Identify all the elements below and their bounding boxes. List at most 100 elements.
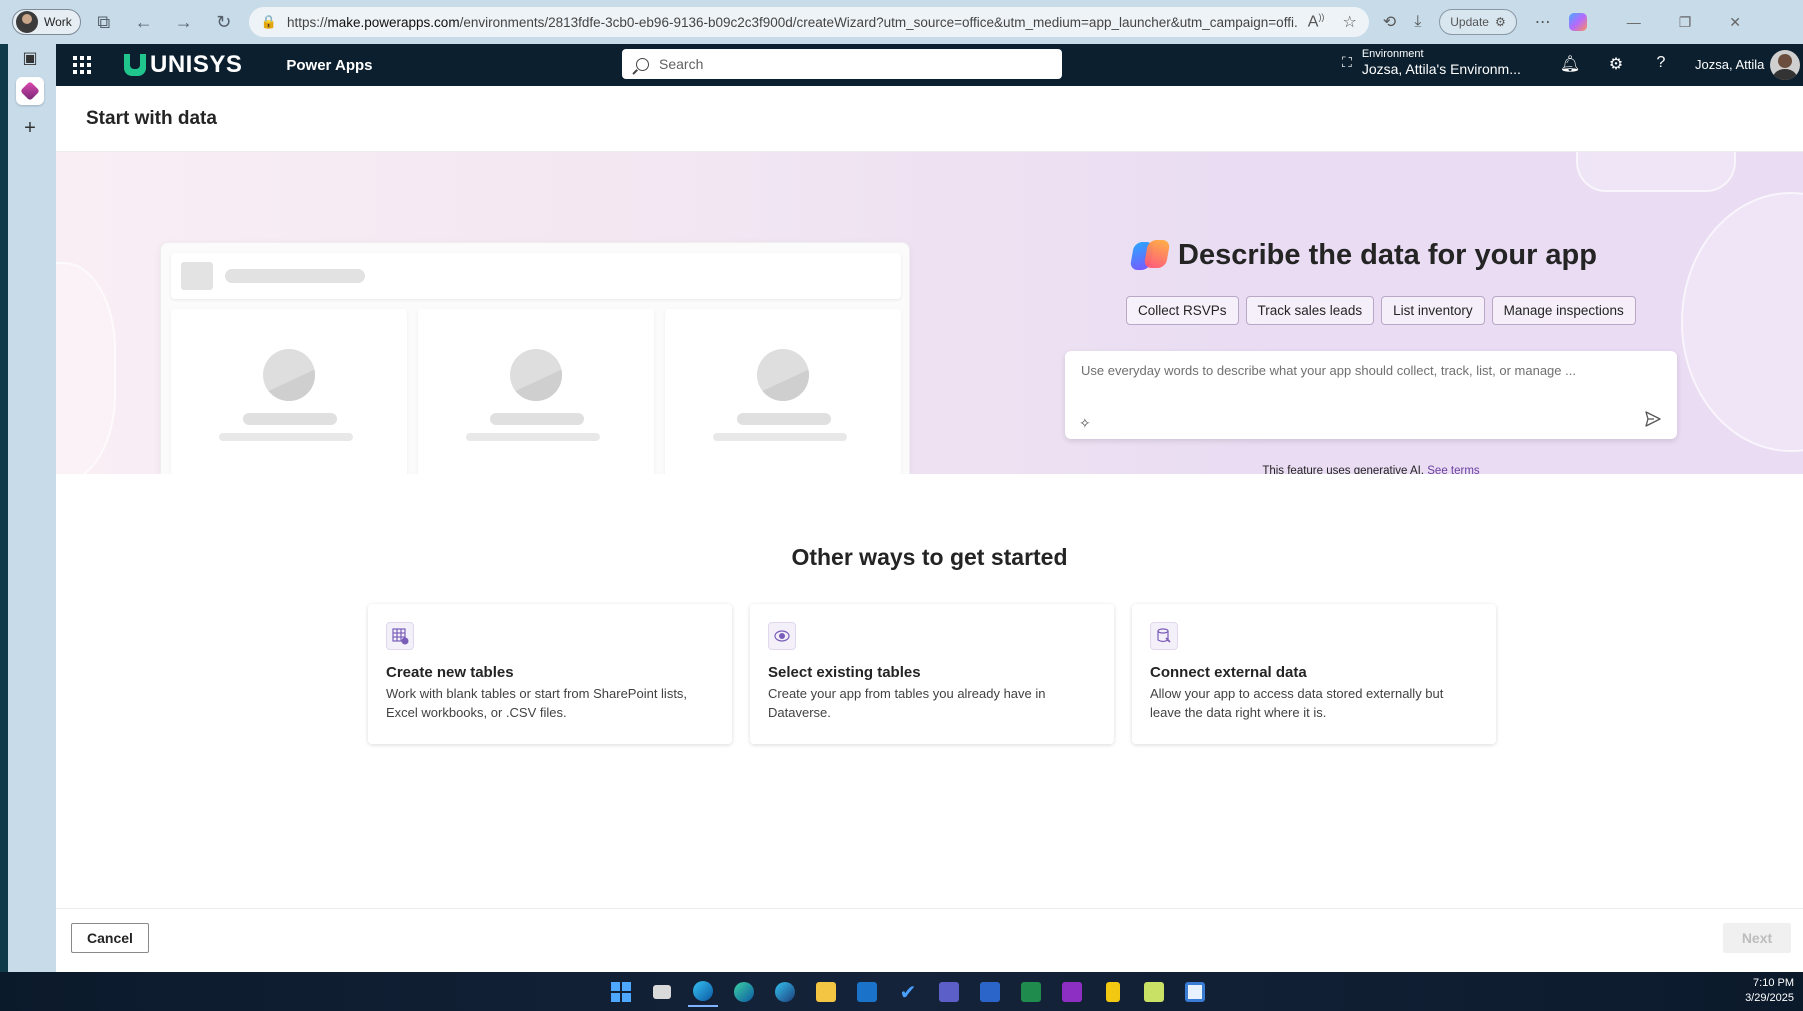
card-description: Create your app from tables you already …: [768, 686, 1046, 720]
edge-dev-icon[interactable]: [770, 977, 800, 1007]
refresh-icon[interactable]: ↻: [207, 5, 241, 39]
product-name[interactable]: Power Apps: [286, 57, 372, 74]
unisys-logo-icon: [124, 54, 146, 76]
lock-icon: 🔒: [260, 14, 277, 29]
other-ways-title: Other ways to get started: [791, 544, 1068, 570]
other-ways-cards: Create new tables Work with blank tables…: [368, 604, 1496, 744]
image-placeholder-icon: [757, 349, 809, 401]
copilot-prompt-input[interactable]: [1081, 363, 1641, 378]
cancel-button[interactable]: Cancel: [71, 923, 149, 953]
download-icon[interactable]: ⤓: [1414, 13, 1421, 31]
profile-label: Work: [44, 15, 72, 29]
wizard-footer: Cancel Next: [56, 908, 1803, 972]
page-title-bar: Start with data: [56, 86, 1803, 152]
vertical-tab-strip: ▣ +: [0, 44, 56, 972]
edge-icon[interactable]: [688, 977, 718, 1007]
database-link-icon: [1150, 622, 1178, 650]
url-text: https://make.powerapps.com/environments/…: [286, 14, 1298, 30]
see-terms-link[interactable]: See terms: [1427, 465, 1479, 474]
update-icon: ⚙: [1494, 15, 1506, 29]
history-icon[interactable]: ⟲: [1383, 12, 1396, 32]
tab-panel-icon[interactable]: ▣: [16, 44, 44, 72]
power-bi-icon[interactable]: [1098, 977, 1128, 1007]
brand-logo[interactable]: UNISYS: [124, 51, 242, 79]
image-placeholder-icon: [510, 349, 562, 401]
favorite-star-icon[interactable]: ☆: [1342, 12, 1356, 32]
user-name[interactable]: Jozsa, Attila: [1695, 57, 1764, 72]
clock-time: 7:10 PM: [1753, 977, 1794, 989]
card-select-existing-tables[interactable]: Select existing tables Create your app f…: [750, 604, 1114, 744]
card-connect-external-data[interactable]: Connect external data Allow your app to …: [1132, 604, 1496, 744]
teams-icon[interactable]: [934, 977, 964, 1007]
chip-track-sales-leads[interactable]: Track sales leads: [1245, 296, 1375, 325]
excel-icon[interactable]: [1016, 977, 1046, 1007]
taskbar-clock[interactable]: 7:10 PM 3/29/2025: [1745, 976, 1794, 1007]
copilot-prompt-box: ✧: [1065, 351, 1677, 439]
image-placeholder-icon: [263, 349, 315, 401]
settings-gear-icon[interactable]: ⚙: [1605, 54, 1627, 74]
read-aloud-icon[interactable]: A)): [1308, 12, 1325, 32]
restore-icon[interactable]: ❐: [1679, 14, 1692, 31]
back-icon[interactable]: ←: [127, 5, 161, 39]
page-title: Start with data: [86, 107, 217, 129]
card-title: Connect external data: [1150, 664, 1307, 681]
chip-list-inventory[interactable]: List inventory: [1381, 296, 1485, 325]
table-add-icon: [386, 622, 414, 650]
card-title: Select existing tables: [768, 664, 921, 681]
decorative-shape: [1576, 152, 1736, 192]
windows-taskbar: ✔ 7:10 PM 3/29/2025: [0, 972, 1803, 1011]
tab-actions-icon[interactable]: ⧉: [87, 5, 121, 39]
app-launcher-icon[interactable]: [60, 44, 104, 86]
user-avatar[interactable]: [1770, 50, 1800, 80]
update-button[interactable]: Update ⚙: [1439, 9, 1517, 35]
copilot-heading: Describe the data for your app: [1129, 238, 1597, 272]
ai-disclaimer: This feature uses generative AI. See ter…: [1065, 465, 1677, 474]
more-icon[interactable]: ⋯: [1535, 12, 1551, 32]
card-description: Work with blank tables or start from Sha…: [386, 686, 688, 720]
onenote-icon[interactable]: [1057, 977, 1087, 1007]
send-icon[interactable]: [1645, 411, 1661, 427]
card-create-new-tables[interactable]: Create new tables Work with blank tables…: [368, 604, 732, 744]
outlook-icon[interactable]: [852, 977, 882, 1007]
clock-date: 3/29/2025: [1745, 992, 1794, 1005]
snipping-tool-icon[interactable]: [1180, 977, 1210, 1007]
file-explorer-icon[interactable]: [811, 977, 841, 1007]
notifications-bell-icon[interactable]: 🔔︎: [1559, 54, 1581, 74]
card-description: Allow your app to access data stored ext…: [1150, 686, 1444, 720]
window-edge: [0, 44, 8, 972]
chip-collect-rsvps[interactable]: Collect RSVPs: [1126, 296, 1239, 325]
sheets-app-icon[interactable]: [1139, 977, 1169, 1007]
close-icon[interactable]: ✕: [1729, 14, 1741, 31]
environment-icon: ⛶: [1342, 53, 1352, 70]
suggestion-chips: Collect RSVPs Track sales leads List inv…: [1126, 296, 1636, 325]
edge-beta-icon[interactable]: [729, 977, 759, 1007]
image-placeholder-icon: [181, 262, 213, 290]
copilot-hero: Describe the data for your app Collect R…: [56, 152, 1803, 474]
environment-picker[interactable]: ⛶ Environment Jozsa, Attila's Environm..…: [1342, 48, 1521, 77]
next-button[interactable]: Next: [1723, 923, 1791, 953]
search-placeholder: Search: [659, 56, 704, 72]
decorative-shape: [56, 262, 116, 474]
environment-label: Environment: [1361, 48, 1424, 60]
task-view-icon[interactable]: [647, 977, 677, 1007]
chip-manage-inspections[interactable]: Manage inspections: [1491, 296, 1636, 325]
power-apps-icon: [20, 81, 40, 101]
forward-icon[interactable]: →: [167, 5, 201, 39]
word-icon[interactable]: [975, 977, 1005, 1007]
start-button[interactable]: [606, 977, 636, 1007]
help-icon[interactable]: ?: [1650, 54, 1672, 72]
decorative-shape: [1681, 192, 1803, 452]
todo-icon[interactable]: ✔: [893, 977, 923, 1007]
power-apps-app: UNISYS Power Apps Search ⛶ Environment J…: [56, 44, 1803, 972]
dataverse-icon: [768, 622, 796, 650]
tab-power-apps[interactable]: [16, 77, 44, 105]
sparkle-icon[interactable]: ✧: [1079, 415, 1091, 432]
new-tab-icon[interactable]: +: [16, 114, 44, 142]
search-box[interactable]: Search: [622, 49, 1062, 79]
copilot-browser-icon[interactable]: [1568, 13, 1587, 31]
profile-button[interactable]: Work: [12, 9, 81, 35]
address-bar[interactable]: 🔒 https://make.powerapps.com/environment…: [248, 7, 1369, 37]
profile-avatar: [16, 11, 38, 33]
minimize-icon[interactable]: —: [1627, 14, 1641, 31]
copilot-icon: [1129, 238, 1171, 272]
